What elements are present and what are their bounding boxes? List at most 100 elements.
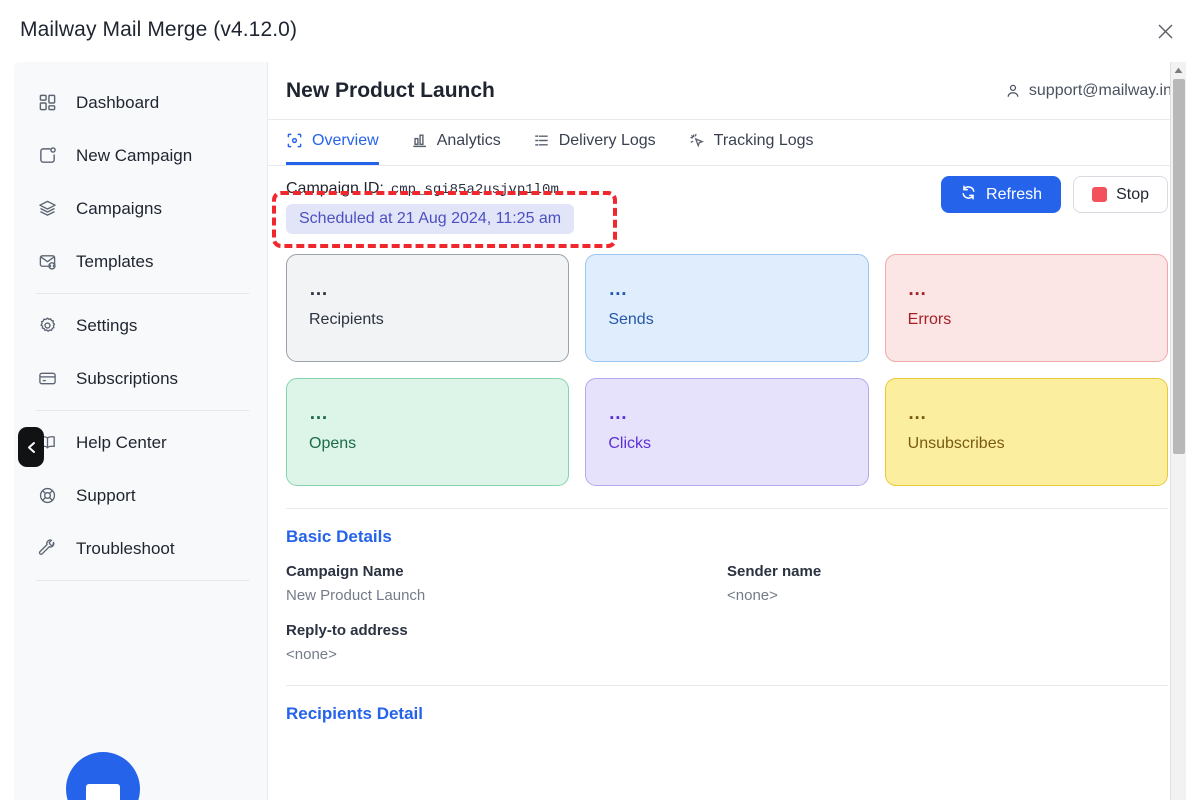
sidebar-item-label: Campaigns: [76, 199, 162, 219]
sidebar-item-label: Dashboard: [76, 93, 159, 113]
campaign-id-label: Campaign ID:: [286, 180, 384, 198]
section-divider: [286, 508, 1168, 509]
sidebar-item-subscriptions[interactable]: Subscriptions: [14, 352, 267, 405]
tab-label: Analytics: [437, 132, 501, 150]
field-value: <none>: [727, 587, 1168, 604]
sidebar-item-settings[interactable]: Settings: [14, 299, 267, 352]
sidebar-item-label: Help Center: [76, 433, 167, 453]
stat-label: Clicks: [608, 435, 867, 453]
refresh-icon: [960, 184, 977, 206]
tab-overview[interactable]: Overview: [286, 121, 379, 165]
stat-label: Unsubscribes: [908, 435, 1167, 453]
stat-card-opens[interactable]: … Opens: [286, 378, 569, 486]
sidebar-item-label: Subscriptions: [76, 369, 178, 389]
scrollbar-thumb[interactable]: [1173, 79, 1185, 454]
stat-value: …: [908, 285, 1167, 295]
stat-card-grid: … Recipients … Sends … Errors: [286, 254, 1168, 486]
stat-card-row: … Opens … Clicks … Unsubscribes: [286, 378, 1168, 486]
wrench-icon: [38, 539, 64, 558]
chevron-left-icon: [26, 441, 37, 454]
stat-card-row: … Recipients … Sends … Errors: [286, 254, 1168, 362]
stat-card-sends[interactable]: … Sends: [585, 254, 868, 362]
tab-analytics[interactable]: Analytics: [411, 121, 501, 165]
lifebuoy-icon: [38, 486, 64, 505]
tab-label: Delivery Logs: [559, 132, 656, 150]
app-window: Mailway Mail Merge (v4.12.0) Dashboard: [0, 0, 1200, 800]
stat-label: Recipients: [309, 311, 568, 329]
sidebar-item-label: Support: [76, 486, 136, 506]
sidebar-item-templates[interactable]: Templates: [14, 235, 267, 288]
stop-square-icon: [1092, 187, 1107, 202]
stat-card-clicks[interactable]: … Clicks: [585, 378, 868, 486]
field-reply-to-address: Reply-to address <none>: [286, 622, 727, 663]
sidebar-item-campaigns[interactable]: Campaigns: [14, 182, 267, 235]
sidebar-item-troubleshoot[interactable]: Troubleshoot: [14, 522, 267, 575]
stat-value: …: [309, 285, 568, 295]
field-campaign-name: Campaign Name New Product Launch: [286, 563, 727, 604]
sidebar-item-label: Troubleshoot: [76, 539, 175, 559]
field-value: <none>: [286, 646, 727, 663]
stat-card-recipients[interactable]: … Recipients: [286, 254, 569, 362]
basic-details-grid: Campaign Name New Product Launch Sender …: [286, 563, 1168, 663]
campaign-id-value: cmp_sgi85a2usjvp1l0m: [391, 182, 559, 198]
refresh-label: Refresh: [986, 186, 1042, 204]
stat-card-unsubscribes[interactable]: … Unsubscribes: [885, 378, 1168, 486]
gear-icon: [38, 316, 64, 335]
sidebar-divider: [36, 410, 249, 411]
close-icon[interactable]: [1152, 18, 1178, 44]
stop-label: Stop: [1116, 186, 1149, 204]
sidebar-item-dashboard[interactable]: Dashboard: [14, 76, 267, 129]
field-label: Sender name: [727, 563, 1168, 580]
stat-card-errors[interactable]: … Errors: [885, 254, 1168, 362]
tab-bar: Overview Analytics: [268, 120, 1186, 166]
new-campaign-icon: [38, 146, 64, 165]
schedule-row: Scheduled at 21 Aug 2024, 11:25 am: [286, 204, 1168, 238]
user-icon: [1005, 83, 1021, 99]
field-sender-name: Sender name <none>: [727, 563, 1168, 604]
vertical-scrollbar[interactable]: [1170, 62, 1186, 800]
sidebar-item-label: Templates: [76, 252, 153, 272]
main-panel: New Product Launch support@mailway.in: [267, 62, 1186, 800]
stat-value: …: [908, 409, 1167, 419]
stat-label: Sends: [608, 311, 867, 329]
account-email: support@mailway.in: [1029, 82, 1172, 100]
stat-value: …: [608, 409, 867, 419]
app-title: Mailway Mail Merge (v4.12.0): [20, 18, 297, 42]
sidebar-divider: [36, 580, 249, 581]
stat-value: …: [608, 285, 867, 295]
tab-tracking-logs[interactable]: Tracking Logs: [688, 121, 814, 165]
app-body: Dashboard New Campaign Campaigns: [14, 62, 1186, 800]
list-icon: [533, 132, 550, 149]
page-title: New Product Launch: [286, 79, 495, 103]
account-chip[interactable]: support@mailway.in: [1005, 82, 1172, 100]
sidebar-collapse-toggle[interactable]: [18, 427, 44, 467]
stat-value: …: [309, 409, 568, 419]
sidebar-item-new-campaign[interactable]: New Campaign: [14, 129, 267, 182]
tab-label: Overview: [312, 132, 379, 150]
title-bar: Mailway Mail Merge (v4.12.0): [0, 0, 1200, 60]
sidebar-divider: [36, 293, 249, 294]
main-header: New Product Launch support@mailway.in: [268, 62, 1186, 120]
scroll-up-icon[interactable]: [1171, 62, 1186, 78]
sidebar-item-label: New Campaign: [76, 146, 192, 166]
field-label: Reply-to address: [286, 622, 727, 639]
layers-icon: [38, 199, 64, 218]
chat-bubble-icon[interactable]: [66, 752, 140, 800]
dashboard-icon: [38, 93, 64, 112]
tab-label: Tracking Logs: [714, 132, 814, 150]
sidebar-item-help-center[interactable]: Help Center: [14, 416, 267, 469]
credit-card-icon: [38, 369, 64, 388]
stat-label: Errors: [908, 311, 1167, 329]
field-label: Campaign Name: [286, 563, 727, 580]
status-badge: Scheduled at 21 Aug 2024, 11:25 am: [286, 204, 574, 234]
mail-code-icon: [38, 252, 64, 271]
chat-glyph: [86, 784, 120, 800]
overview-icon: [286, 132, 303, 149]
recipients-detail-title: Recipients Detail: [286, 704, 1168, 724]
tab-delivery-logs[interactable]: Delivery Logs: [533, 121, 656, 165]
stat-label: Opens: [309, 435, 568, 453]
section-divider: [286, 685, 1168, 686]
sidebar-item-support[interactable]: Support: [14, 469, 267, 522]
basic-details-title: Basic Details: [286, 527, 1168, 547]
sidebar-item-label: Settings: [76, 316, 137, 336]
